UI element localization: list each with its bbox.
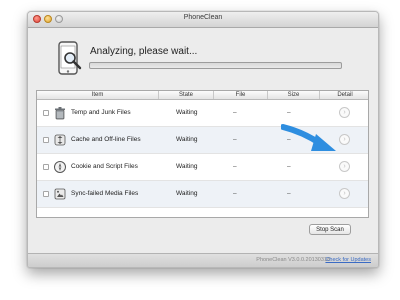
column-header-item[interactable]: Item (37, 91, 159, 99)
column-header-detail[interactable]: Detail (320, 91, 370, 99)
row-file-count: – (233, 163, 237, 170)
row-state: Waiting (176, 163, 198, 170)
title-bar: PhoneClean (28, 12, 378, 28)
column-header-state[interactable]: State (159, 91, 214, 99)
row-checkbox[interactable] (43, 137, 49, 143)
status-message: Analyzing, please wait... (90, 46, 198, 57)
row-item-label: Cache and Off-line Files (71, 136, 141, 143)
trash-icon (55, 107, 65, 120)
row-item-label: Cookie and Script Files (71, 163, 138, 170)
column-header-file[interactable]: File (214, 91, 268, 99)
column-header-size[interactable]: Size (268, 91, 320, 99)
app-window: PhoneClean Analyzing, please wait... Ite… (27, 11, 379, 268)
stop-scan-button[interactable]: Stop Scan (309, 224, 351, 235)
table-row[interactable]: Sync-failed Media Files Waiting – – › (37, 181, 368, 208)
row-file-count: – (233, 190, 237, 197)
cache-icon (54, 134, 66, 146)
row-size: – (287, 190, 291, 197)
phone-magnifier-icon (58, 41, 82, 75)
detail-arrow-icon[interactable]: › (339, 161, 350, 172)
row-size: – (287, 163, 291, 170)
table-row[interactable]: Cookie and Script Files Waiting – – › (37, 154, 368, 181)
footer-bar: PhoneClean V3.0.0.20130318 Check for Upd… (28, 253, 378, 267)
row-size: – (287, 109, 291, 116)
detail-arrow-icon[interactable]: › (339, 188, 350, 199)
row-item-label: Sync-failed Media Files (71, 190, 139, 197)
blue-pointer-arrow-icon (281, 124, 336, 151)
row-state: Waiting (176, 109, 198, 116)
window-title: PhoneClean (183, 14, 223, 21)
row-checkbox[interactable] (43, 191, 49, 197)
detail-arrow-icon[interactable]: › (339, 107, 350, 118)
scan-progress-bar (89, 62, 342, 69)
row-state: Waiting (176, 136, 198, 143)
row-state: Waiting (176, 190, 198, 197)
row-checkbox[interactable] (43, 164, 49, 170)
compass-icon (54, 161, 66, 173)
version-text: PhoneClean V3.0.0.20130318 (256, 257, 330, 263)
check-updates-link[interactable]: Check for Updates (325, 257, 371, 263)
row-item-label: Temp and Junk Files (71, 109, 131, 116)
row-file-count: – (233, 109, 237, 116)
row-checkbox[interactable] (43, 110, 49, 116)
row-file-count: – (233, 136, 237, 143)
media-icon (54, 188, 66, 200)
table-header: Item State File Size Detail (37, 91, 368, 100)
